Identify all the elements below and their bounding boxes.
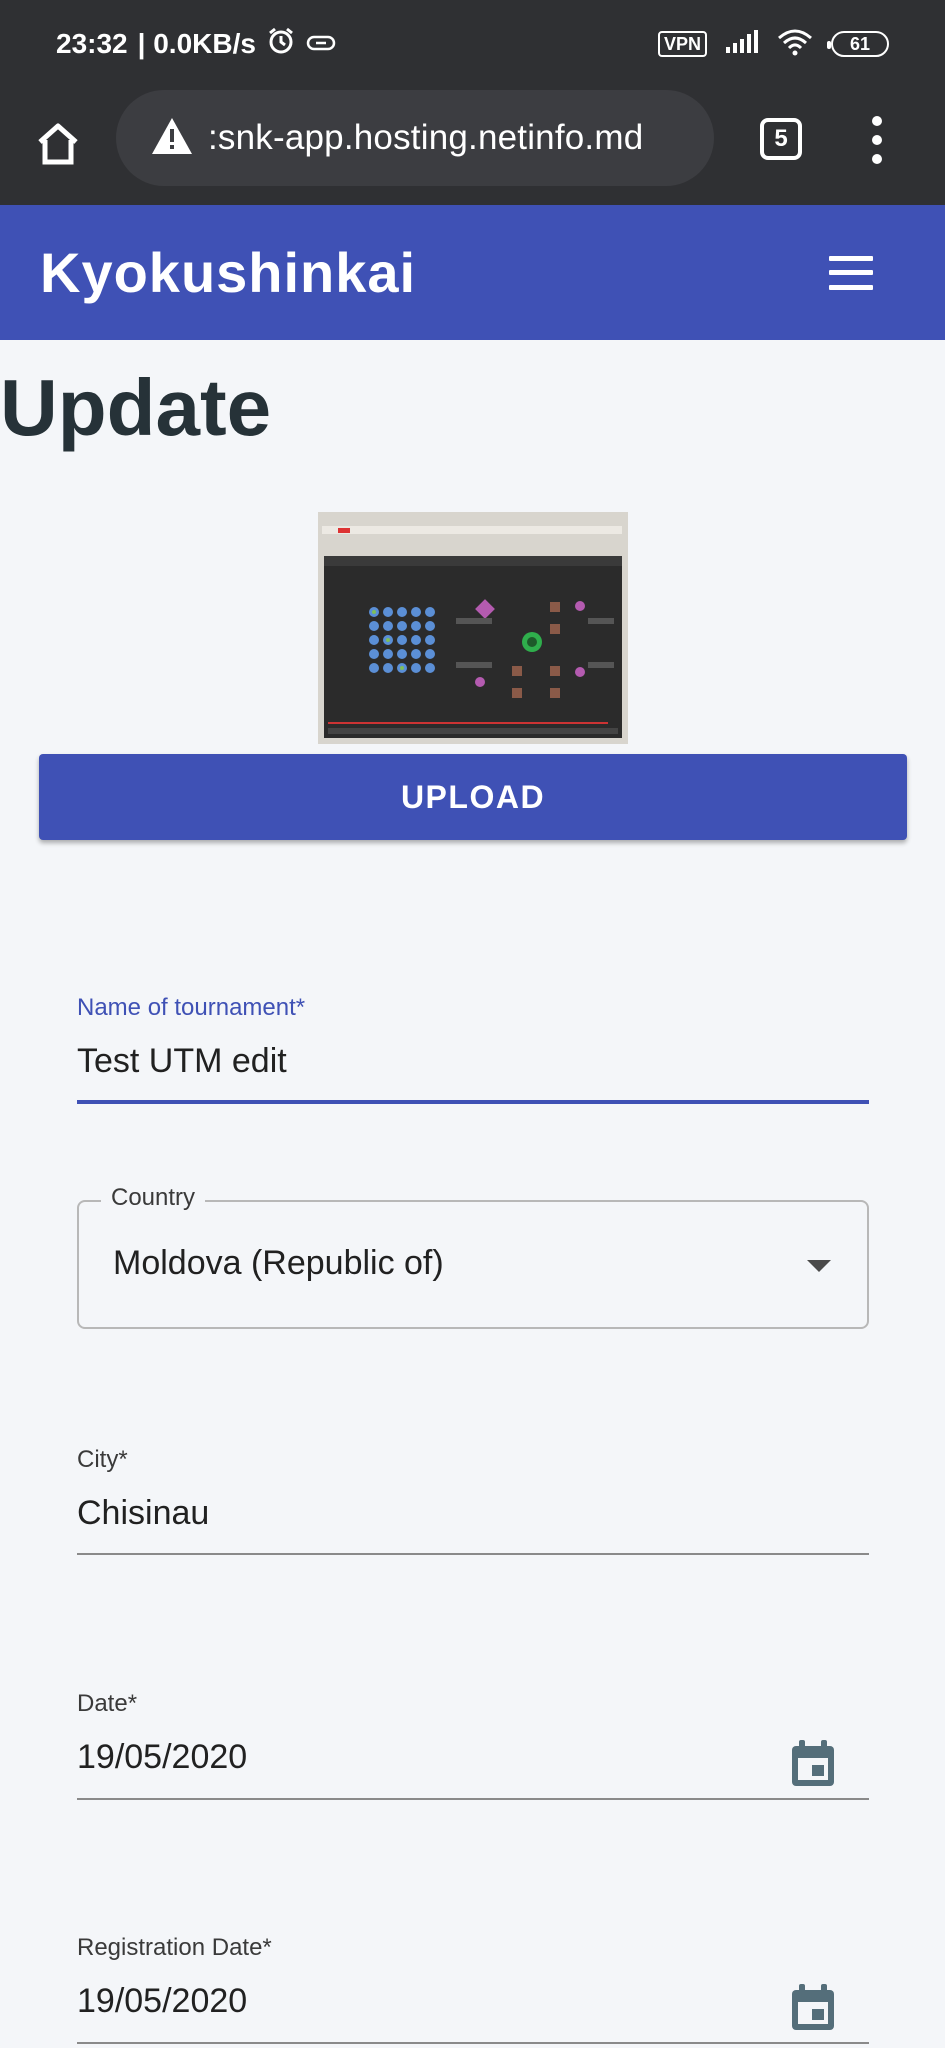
status-bar: 23:32 | 0.0KB/s VPN 61	[0, 0, 945, 88]
app-bar: Kyokushinkai	[0, 205, 945, 340]
status-right: VPN 61	[657, 28, 889, 61]
upload-button[interactable]: UPLOAD	[39, 754, 907, 840]
date-input[interactable]: 19/05/2020	[77, 1738, 869, 1777]
registration-date-label: Registration Date*	[77, 1934, 272, 1961]
status-time: 23:32	[56, 28, 128, 59]
city-label: City*	[77, 1446, 128, 1473]
link-icon	[306, 28, 336, 60]
country-value[interactable]: Moldova (Republic of)	[113, 1244, 444, 1283]
country-label: Country	[101, 1184, 206, 1212]
app-title[interactable]: Kyokushinkai	[40, 240, 416, 305]
date-underline	[77, 1798, 869, 1800]
tournament-name-label: Name of tournament*	[77, 994, 306, 1021]
browser-menu-icon[interactable]	[862, 112, 892, 168]
calendar-icon[interactable]	[789, 1982, 837, 2034]
tournament-name-input[interactable]: Test UTM edit	[77, 1042, 869, 1081]
wifi-icon	[777, 28, 813, 61]
dropdown-arrow-icon[interactable]	[807, 1260, 831, 1272]
city-input[interactable]: Chisinau	[77, 1494, 869, 1533]
city-underline	[77, 1553, 869, 1555]
registration-date-underline	[77, 2042, 869, 2044]
hamburger-menu-icon[interactable]	[829, 255, 873, 290]
city-field[interactable]: City* Chisinau	[77, 1446, 869, 1556]
country-select[interactable]: Country Moldova (Republic of)	[77, 1184, 869, 1329]
date-field[interactable]: Date* 19/05/2020	[77, 1690, 869, 1800]
registration-date-field[interactable]: Registration Date* 19/05/2020	[77, 1934, 869, 2046]
tournament-name-underline	[77, 1100, 869, 1104]
vpn-badge: VPN	[657, 31, 707, 57]
signal-icon	[725, 29, 759, 60]
address-bar[interactable]: :snk-app.hosting.netinfo.md	[116, 90, 714, 186]
calendar-icon[interactable]	[789, 1738, 837, 1790]
page-title: Update	[0, 363, 272, 452]
home-icon	[38, 123, 78, 165]
alarm-icon	[266, 26, 296, 63]
registration-date-input[interactable]: 19/05/2020	[77, 1982, 869, 2021]
tabs-button[interactable]: 5	[760, 118, 802, 160]
tournament-name-field[interactable]: Name of tournament* Test UTM edit	[77, 994, 869, 1104]
status-left: 23:32 | 0.0KB/s	[56, 26, 336, 63]
tournament-image-preview	[318, 512, 628, 744]
date-label: Date*	[77, 1690, 138, 1717]
warning-icon[interactable]	[150, 116, 194, 161]
home-button[interactable]	[30, 116, 86, 172]
battery-indicator: 61	[827, 31, 889, 57]
browser-toolbar: :snk-app.hosting.netinfo.md 5	[0, 88, 945, 205]
network-speed: | 0.0KB/s	[137, 28, 256, 59]
url-text[interactable]: :snk-app.hosting.netinfo.md	[208, 118, 643, 158]
